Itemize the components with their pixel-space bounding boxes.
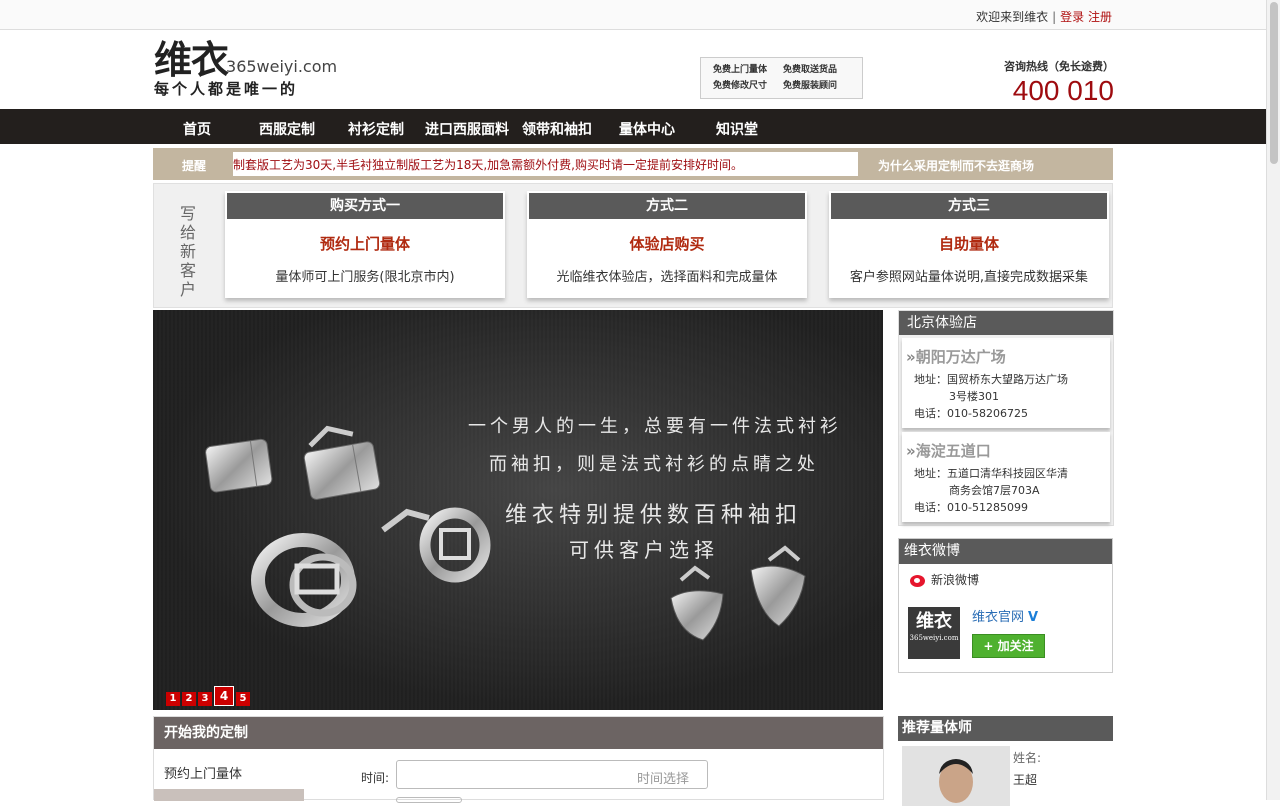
weibo-panel: 维衣微博 新浪微博 维衣 365weiyi.com 维衣官网 V + 加关注	[898, 538, 1113, 673]
service-item: 免费取送货品	[783, 65, 838, 75]
measurer-name: 王超	[1013, 773, 1038, 787]
card-description: 客户参照网站量体说明,直接完成数据采集	[849, 270, 1089, 285]
new-customer-heading: 写 给 新 客 户	[178, 204, 198, 299]
nav-home[interactable]: 首页	[183, 119, 211, 139]
heading-char: 户	[179, 280, 196, 299]
main-nav: 首页 西服定制 衬衫定制 进口西服面料 领带和袖扣 量体中心 知识堂	[0, 109, 1266, 144]
nav-imported-fabric[interactable]: 进口西服面料	[425, 119, 509, 139]
scrollbar-thumb[interactable]	[1270, 2, 1278, 164]
notice-label: 提醒	[182, 159, 207, 173]
store-address: 地址：国贸桥东大望路万达广场	[914, 373, 1068, 386]
card-description: 量体师可上门服务(限北京市内)	[275, 270, 455, 285]
nav-shirt-custom[interactable]: 衬衫定制	[348, 119, 404, 139]
time-label: 时间:	[361, 771, 390, 785]
pager-dot[interactable]: 1	[166, 692, 180, 706]
banner-line-2: 而袖扣，则是法式衬衫的点睛之处	[489, 454, 819, 475]
follow-button[interactable]: + 加关注	[972, 634, 1045, 658]
page-scrollbar[interactable]	[1266, 0, 1280, 800]
option-tab-2[interactable]	[154, 789, 304, 801]
store-phone: 电话：010-58206725	[914, 407, 1028, 420]
welcome-area: 欢迎来到维衣 | 登录 注册	[976, 8, 1112, 25]
buy-methods-panel: 写 给 新 客 户 购买方式一 预约上门量体 量体师可上门服务(限北京市内) 方…	[153, 183, 1113, 308]
weibo-header: 维衣微博	[899, 539, 1112, 564]
card-subtitle: 体验店购买	[629, 235, 705, 253]
start-custom-panel: 开始我的定制 预约上门量体 时间: 时间选择	[153, 716, 884, 803]
pager-dot[interactable]: 5	[236, 692, 250, 706]
name-label: 姓名:	[1013, 751, 1042, 765]
cufflink-shield-1	[670, 565, 724, 641]
measurer-photo[interactable]	[902, 746, 1010, 806]
welcome-text: 欢迎来到维衣	[976, 10, 1049, 24]
buy-method-card-2[interactable]: 方式二 体验店购买 光临维衣体验店，选择面料和完成量体	[527, 191, 807, 298]
card-subtitle: 预约上门量体	[319, 235, 410, 253]
weibo-avatar[interactable]: 维衣 365weiyi.com	[908, 607, 960, 659]
pager-dot[interactable]: 2	[182, 692, 196, 706]
service-item: 免费服装顾问	[783, 81, 838, 91]
store-card-chaoyang[interactable]: »朝阳万达广场 地址：国贸桥东大望路万达广场 3号楼301 电话：010-582…	[902, 338, 1110, 428]
register-link[interactable]: 注册	[1088, 10, 1112, 24]
time-select-input[interactable]: 时间选择	[396, 760, 708, 789]
card-title: 方式三	[831, 193, 1107, 219]
stores-header: 北京体验店	[899, 311, 1113, 335]
verified-icon: V	[1028, 610, 1039, 625]
separator: |	[1052, 10, 1057, 24]
cufflink-rect-2	[303, 425, 381, 500]
cufflinks-banner[interactable]: 一个男人的一生，总要有一件法式衬衫 而袖扣，则是法式衬衫的点睛之处 维衣特别提供…	[153, 310, 883, 710]
notice-message: 制套版工艺为30天,半毛衬独立制版工艺为18天,加急需额外付费,购买时请一定提前…	[233, 152, 858, 176]
banner-line-4: 可供客户选择	[569, 538, 719, 562]
cufflink-rect-1	[205, 438, 273, 493]
store-name: »朝阳万达广场	[906, 348, 1006, 366]
card-description: 光临维衣体验店，选择面料和完成量体	[556, 270, 778, 285]
person-photo	[902, 746, 1010, 806]
nav-measure-center[interactable]: 量体中心	[619, 119, 675, 139]
cufflink-round-2	[381, 507, 491, 583]
secondary-input[interactable]	[396, 797, 462, 803]
weibo-account-link[interactable]: 维衣官网 V	[972, 606, 1038, 625]
weibo-icon	[910, 574, 925, 587]
custom-header: 开始我的定制	[154, 717, 883, 749]
nav-suit-custom[interactable]: 西服定制	[259, 119, 315, 139]
measurer-header: 推荐量体师	[898, 716, 1113, 741]
store-address-2: 商务会馆7层703A	[949, 484, 1040, 497]
heading-char: 给	[179, 223, 196, 242]
nav-knowledge[interactable]: 知识堂	[716, 119, 758, 139]
banner-pager: 12345	[166, 686, 252, 706]
store-address-2: 3号楼301	[949, 390, 999, 403]
banner-line-3: 维衣特别提供数百种袖扣	[505, 503, 803, 528]
store-name: »海淀五道口	[906, 442, 991, 460]
option-home-measure[interactable]: 预约上门量体	[164, 763, 242, 782]
heading-char: 新	[179, 242, 196, 261]
service-item: 免费修改尺寸	[713, 81, 768, 91]
card-title: 方式二	[529, 193, 805, 219]
recommended-measurer: 推荐量体师 姓名: 王超	[898, 716, 1113, 806]
banner-line-1: 一个男人的一生，总要有一件法式衬衫	[468, 416, 842, 437]
site-logo[interactable]: 维衣365weiyi.com 每个人都是唯一的	[154, 38, 344, 102]
free-services-box: 免费上门量体 免费取送货品 免费修改尺寸 免费服装顾问	[700, 57, 863, 99]
card-subtitle: 自助量体	[938, 235, 999, 253]
top-bar: 欢迎来到维衣 | 登录 注册	[0, 0, 1266, 30]
logo-slogan: 每个人都是唯一的	[154, 80, 299, 98]
logo-domain: 365weiyi.com	[226, 57, 338, 76]
buy-method-card-1[interactable]: 购买方式一 预约上门量体 量体师可上门服务(限北京市内)	[225, 191, 505, 298]
logo-brand: 维衣	[154, 37, 229, 82]
heading-char: 写	[179, 204, 196, 223]
heading-char: 客	[179, 261, 196, 280]
why-custom-link[interactable]: 为什么采用定制而不去逛商场	[878, 157, 1034, 174]
service-item: 免费上门量体	[713, 65, 768, 75]
store-phone: 电话：010-51285099	[914, 501, 1028, 514]
pager-dot[interactable]: 3	[198, 692, 212, 706]
store-address: 地址：五道口清华科技园区华清	[914, 467, 1068, 480]
store-card-haidian[interactable]: »海淀五道口 地址：五道口清华科技园区华清 商务会馆7层703A 电话：010-…	[902, 432, 1110, 522]
buy-method-card-3[interactable]: 方式三 自助量体 客户参照网站量体说明,直接完成数据采集	[829, 191, 1109, 298]
beijing-stores-panel: 北京体验店 »朝阳万达广场 地址：国贸桥东大望路万达广场 3号楼301 电话：0…	[898, 310, 1114, 526]
login-link[interactable]: 登录	[1060, 10, 1084, 24]
pager-dot-active[interactable]: 4	[214, 686, 234, 706]
card-title: 购买方式一	[227, 193, 503, 219]
nav-ties-cufflinks[interactable]: 领带和袖扣	[522, 119, 592, 139]
notice-bar: 提醒 制套版工艺为30天,半毛衬独立制版工艺为18天,加急需额外付费,购买时请一…	[153, 148, 1113, 180]
sina-weibo-link[interactable]: 新浪微博	[910, 571, 979, 588]
cufflink-shield-2	[750, 545, 806, 627]
hotline-label: 咨询热线（免长途费）	[1004, 60, 1114, 73]
cufflink-round-1	[251, 533, 357, 627]
